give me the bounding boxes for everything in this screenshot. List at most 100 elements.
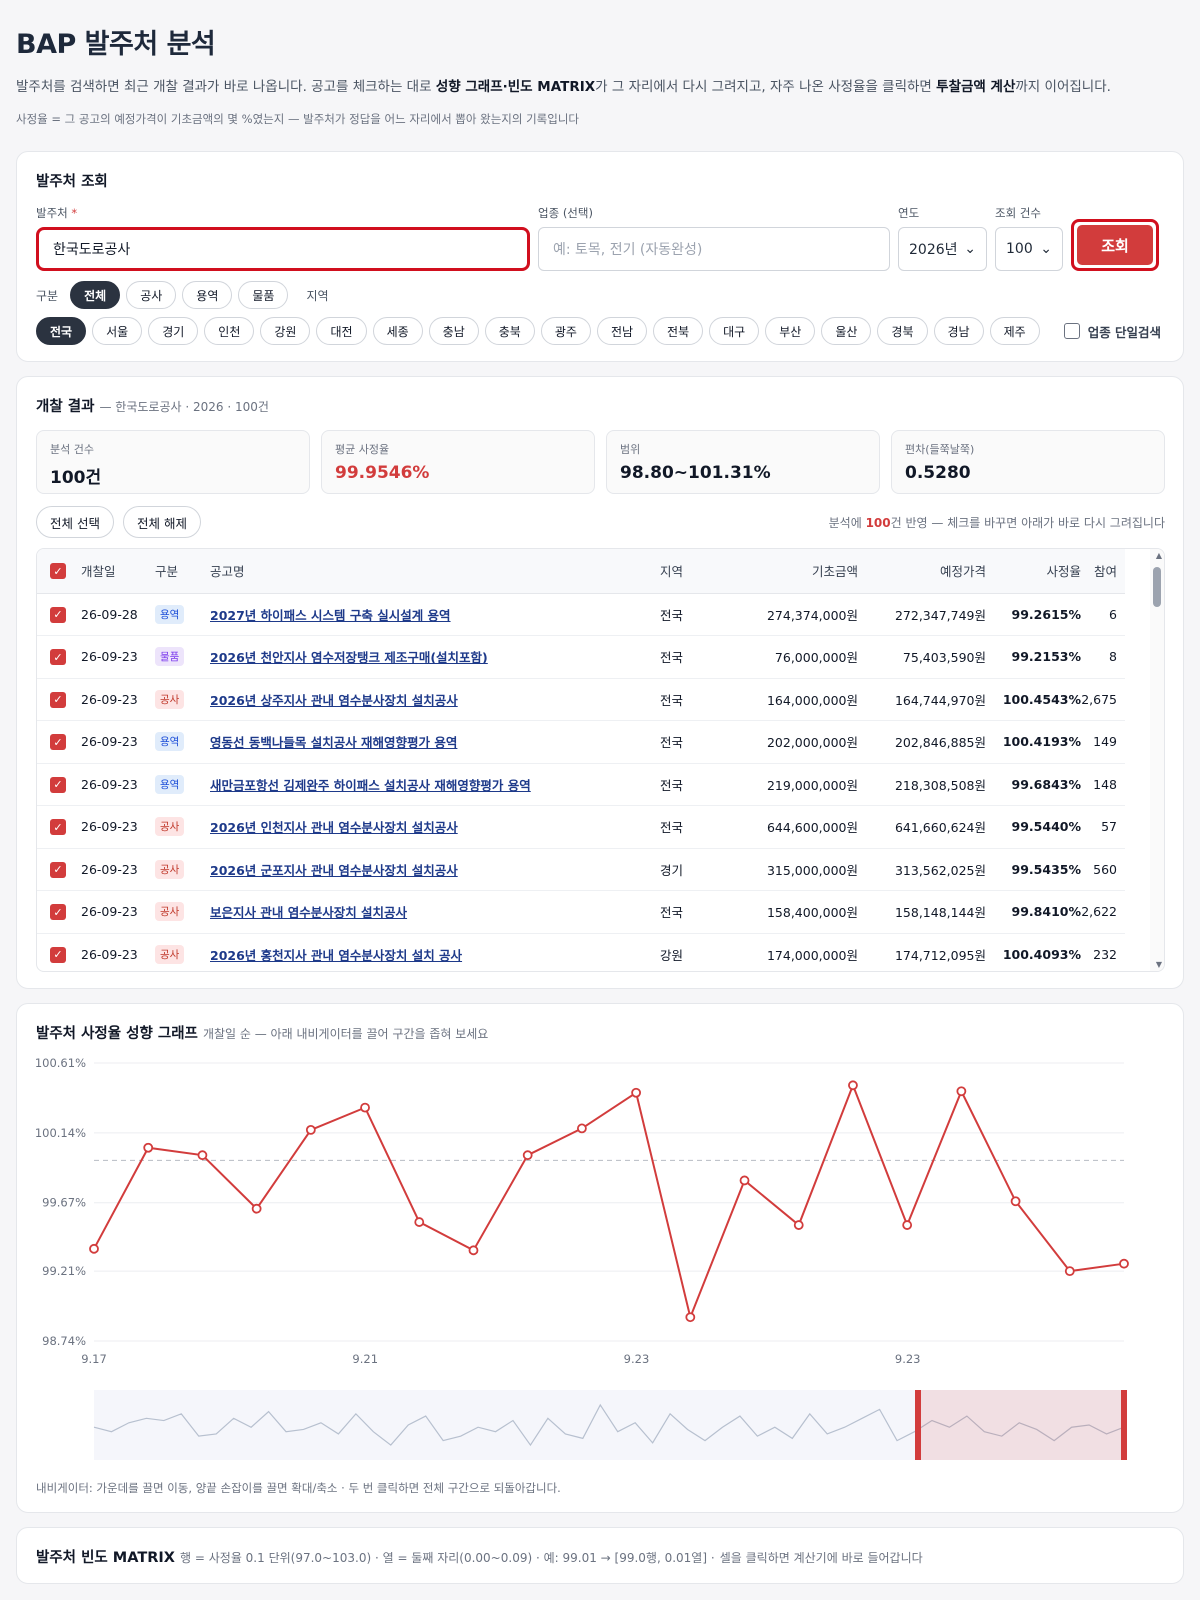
row-checkbox[interactable]: ✓ [50, 734, 66, 750]
scroll-down-icon[interactable]: ▼ [1156, 960, 1162, 969]
analysis-note: 분석에 100건 반영 — 체크를 바꾸면 아래가 바로 다시 그려집니다 [828, 515, 1165, 530]
data-point[interactable] [902, 1220, 913, 1230]
agency-input[interactable]: 한국도로공사 [36, 227, 530, 271]
results-title: 개찰 결과 — 한국도로공사 · 2026 · 100건 [36, 399, 269, 415]
notice-link[interactable]: 2026년 군포지사 관내 염수분사장치 설치공사 [210, 863, 458, 878]
row-checkbox[interactable]: ✓ [50, 904, 66, 920]
type-chip[interactable]: 물품 [238, 281, 289, 309]
table-scrollbar[interactable]: ▲ ▼ [1150, 549, 1164, 971]
data-point[interactable] [793, 1220, 804, 1230]
region-chip[interactable]: 대구 [709, 317, 760, 345]
region-chip[interactable]: 경북 [877, 317, 928, 345]
data-point[interactable] [89, 1243, 99, 1254]
y-tick-label: 100.61% [36, 1056, 86, 1070]
stat-box: 평균 사정율 99.9546% [321, 430, 595, 494]
year-select[interactable]: 2026년 ⌄ [898, 227, 987, 271]
region-chip[interactable]: 서울 [92, 317, 143, 345]
deselect-all-button[interactable]: 전체 해제 [122, 506, 201, 538]
trend-chart[interactable]: 100.61% 100.14% 99.67% 99.21% 98.74% 9.17 9.21… [35, 1055, 1162, 1470]
matrix-card: 발주처 빈도 MATRIX 행 = 사정율 0.1 단위(97.0~103.0)… [16, 1527, 1184, 1584]
notice-link[interactable]: 2026년 인천지사 관내 염수분사장치 설치공사 [210, 820, 458, 835]
scroll-thumb[interactable] [1153, 567, 1161, 607]
sector-input[interactable]: 예: 토목, 전기 (자동완성) [538, 227, 890, 271]
data-point[interactable] [360, 1102, 370, 1113]
row-checkbox[interactable]: ✓ [50, 691, 66, 708]
search-button[interactable]: 조회 [1077, 225, 1153, 265]
scroll-up-icon[interactable]: ▲ [1156, 551, 1162, 560]
stat-box: 분석 건수 100건 [36, 430, 310, 494]
region-chip[interactable]: 대전 [316, 317, 367, 345]
type-chip[interactable]: 용역 [182, 281, 233, 309]
data-point[interactable] [956, 1086, 967, 1097]
notice-link[interactable]: 영동선 동백나들목 설치공사 재해영향평가 용역 [210, 735, 457, 750]
trend-card: 발주처 사정율 성향 그래프 개찰일 순 — 아래 내비게이터를 끌어 구간을 … [16, 1003, 1184, 1513]
data-point[interactable] [251, 1203, 262, 1214]
data-point[interactable] [143, 1142, 154, 1153]
region-chip[interactable]: 울산 [821, 317, 872, 345]
row-checkbox[interactable]: ✓ [50, 946, 66, 963]
table-row: ✓ 26-09-23 공사 2026년 군포지사 관내 염수분사장치 설치공사 경기 31… [37, 848, 1125, 891]
matrix-title: 발주처 빈도 MATRIX 행 = 사정율 0.1 단위(97.0~103.0)… [36, 1550, 923, 1566]
y-tick-label: 99.67% [42, 1196, 86, 1210]
row-checkbox[interactable]: ✓ [50, 861, 66, 878]
type-chip[interactable]: 공사 [126, 281, 177, 309]
count-select[interactable]: 100 ⌄ [995, 227, 1063, 271]
region-chip[interactable]: 충남 [428, 317, 479, 345]
region-chip[interactable]: 광주 [540, 317, 591, 345]
chevron-down-icon: ⌄ [964, 241, 976, 257]
notice-link[interactable]: 2026년 상주지사 관내 염수분사장치 설치공사 [210, 693, 458, 708]
table-header: ✓ 개찰일 구분 공고명 지역 기초금액 예정가격 사정율 참여 [37, 549, 1125, 594]
data-point[interactable] [197, 1150, 208, 1161]
type-chip[interactable]: 전체 [70, 281, 121, 309]
notice-link[interactable]: 2026년 홍천지사 관내 염수분사장치 설치 공사 [210, 948, 462, 963]
notice-link[interactable]: 2026년 천안지사 염수저장탱크 제조구매(설치포함) [210, 650, 488, 665]
header-checkbox[interactable]: ✓ [50, 563, 66, 579]
data-point[interactable] [848, 1080, 858, 1091]
data-point[interactable] [305, 1124, 316, 1135]
region-chip[interactable]: 제주 [989, 317, 1040, 345]
data-point[interactable] [685, 1312, 696, 1323]
region-chip[interactable]: 강원 [260, 317, 311, 345]
data-point[interactable] [414, 1217, 425, 1227]
navigator-handle[interactable] [915, 1390, 921, 1460]
data-point[interactable] [468, 1245, 479, 1256]
region-chip[interactable]: 부산 [765, 317, 816, 345]
region-chip[interactable]: 인천 [204, 317, 255, 345]
data-point[interactable] [1064, 1266, 1075, 1277]
x-tick-label: 9.23 [895, 1352, 921, 1366]
row-checkbox[interactable]: ✓ [50, 606, 66, 623]
page-description: 발주처를 검색하면 최근 개찰 결과가 바로 나옵니다. 공고를 체크하는 대로… [16, 79, 1111, 95]
trend-title: 발주처 사정율 성향 그래프 개찰일 순 — 아래 내비게이터를 끌어 구간을 … [36, 1026, 489, 1042]
row-checkbox[interactable]: ✓ [50, 776, 66, 793]
region-chip[interactable]: 경기 [148, 317, 199, 345]
data-point[interactable] [739, 1175, 750, 1186]
data-point[interactable] [576, 1123, 587, 1134]
row-checkbox[interactable]: ✓ [50, 649, 66, 665]
stat-box: 편차(들쭉날쭉) 0.5280 [891, 430, 1165, 494]
region-chip[interactable]: 전남 [596, 317, 648, 345]
type-badge: 공사 [155, 817, 185, 837]
data-point[interactable] [522, 1150, 533, 1161]
sector-field: 업종 (선택) 예: 토목, 전기 (자동완성) [538, 205, 890, 271]
region-chip[interactable]: 경남 [933, 317, 984, 345]
data-point[interactable] [631, 1087, 642, 1098]
region-chip[interactable]: 세종 [372, 317, 423, 345]
select-all-button[interactable]: 전체 선택 [36, 506, 114, 538]
stat-box: 범위 98.80~101.31% [606, 430, 880, 494]
notice-link[interactable]: 새만금포항선 김제완주 하이패스 설치공사 재해영향평가 용역 [210, 778, 531, 793]
data-point[interactable] [1119, 1258, 1129, 1269]
notice-link[interactable]: 보은지사 관내 염수분사장치 설치공사 [210, 905, 407, 920]
agency-field: 발주처 * 한국도로공사 [36, 205, 530, 271]
type-filter: 구분 전체 공사 용역 물품 지역 [36, 281, 1165, 309]
navigator-handle[interactable] [1121, 1390, 1127, 1460]
notice-link[interactable]: 2027년 하이패스 시스템 구축 실시설계 용역 [210, 608, 451, 623]
search-card: 발주처 조회 발주처 * 한국도로공사 업종 (선택) 예: 토목, 전기 (자… [16, 151, 1184, 362]
region-chip[interactable]: 전국 [36, 317, 87, 345]
row-checkbox[interactable]: ✓ [50, 819, 66, 835]
navigator-selection[interactable] [918, 1390, 1124, 1460]
region-chip[interactable]: 전북 [653, 317, 704, 345]
region-chip[interactable]: 충북 [484, 317, 535, 345]
single-search-checkbox[interactable]: 업종 단일검색 [1063, 322, 1161, 341]
data-point[interactable] [1010, 1196, 1021, 1207]
y-tick-label: 99.21% [42, 1264, 86, 1278]
